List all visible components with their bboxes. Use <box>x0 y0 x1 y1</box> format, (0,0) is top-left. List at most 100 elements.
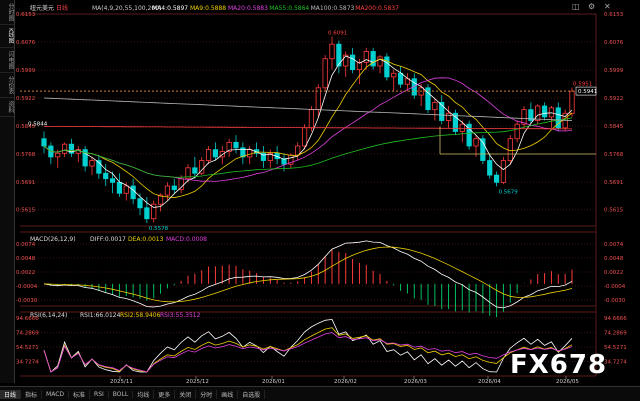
candle-body <box>493 174 500 183</box>
price-tick-left: 0.5615 <box>16 208 36 214</box>
macd-value: MACD:0.0008 <box>166 236 207 243</box>
candle-body <box>130 185 136 200</box>
price-tick-right: 0.5999 <box>604 68 624 74</box>
price-tick-right: 0.6076 <box>604 40 624 46</box>
ma-value: MA100:0.5873 <box>311 5 355 12</box>
candle-body <box>445 112 452 121</box>
last-high-annotation: 0.5951 <box>573 81 592 87</box>
candle-body <box>247 149 253 158</box>
ma-line <box>43 55 573 208</box>
price-tick-left: 0.6153 <box>16 12 36 18</box>
price-tick-right: 0.5768 <box>604 152 624 158</box>
candle-body <box>569 90 575 114</box>
price-tick-left: 0.6076 <box>16 40 36 46</box>
candle-body <box>89 160 95 167</box>
x-tick-label: 2026/01 <box>262 379 285 385</box>
candle-body <box>500 160 507 183</box>
candle-body <box>459 123 465 132</box>
price-tick-left: 0.5691 <box>16 180 35 186</box>
candle-body <box>123 185 129 194</box>
macd-tick-right: 0.0048 <box>604 256 624 262</box>
candle-body <box>507 138 513 161</box>
candle-body <box>55 152 61 158</box>
watermark-logo: FX678 <box>510 350 608 380</box>
low-annotation: 0.5679 <box>499 189 519 195</box>
low-annotation: 0.5578 <box>149 226 169 232</box>
candle-body <box>548 107 555 118</box>
macd-tick-left: 0.0048 <box>16 256 36 262</box>
candle-body <box>308 109 315 129</box>
macd-tick-left: -0.0030 <box>16 298 38 304</box>
ma-value: MA200:0.5837 <box>355 5 399 12</box>
macd-tick-right: -0.0004 <box>604 284 626 290</box>
rsi-tick-left: 94.6666 <box>16 316 39 322</box>
candle-body <box>192 167 198 174</box>
price-tick-right: 0.5615 <box>604 208 624 214</box>
rsi-tick-right: 34.7274 <box>604 359 627 365</box>
candle-body <box>61 143 68 154</box>
candle-body <box>432 101 438 111</box>
bottom-tab[interactable]: 指标 <box>21 389 43 399</box>
candle-body <box>541 105 548 118</box>
macd-line <box>43 246 573 303</box>
candle-body <box>212 149 219 158</box>
candle-body <box>322 58 328 89</box>
x-tick-label: 2026/02 <box>334 379 357 385</box>
bottom-tab[interactable]: 分时 <box>196 389 218 399</box>
price-tick-right: 0.5691 <box>604 180 623 186</box>
high-annotation: 0.6091 <box>328 31 347 37</box>
rsi-line <box>43 318 573 373</box>
symbol-title: 纽元美元 <box>30 4 54 12</box>
candle-body <box>41 138 47 147</box>
macd-tick-right: 0.0022 <box>604 270 623 276</box>
period-badge[interactable]: 日线 <box>56 4 68 12</box>
bottom-tab[interactable]: RSI <box>90 390 109 398</box>
bottom-tab[interactable]: 关闭 <box>175 389 197 399</box>
candle-body <box>384 56 390 78</box>
chart-app: 分时图 K线图 闪电图 分价表 资料 ◫ ⚙ ✕ 纽元美元 日线 MA(4,9,20,5… <box>0 0 640 401</box>
macd-dea: DEA:0.0013 <box>128 236 164 243</box>
bottom-toolbar: 日线 指标 MACD 标准 RSI BOLL 均线 更多 关闭 分时 画线 自选股 <box>0 386 640 401</box>
candle-body <box>178 178 184 191</box>
macd-tick-right: 0.0074 <box>604 242 624 248</box>
price-tick-right: 0.5845 <box>604 124 624 130</box>
chart-canvas[interactable]: 纽元美元 日线 MA(4,9,20,55,100,200) MA4:0.5897… <box>0 0 640 385</box>
candle-body <box>329 43 335 60</box>
x-tick-label: 2025/12 <box>186 379 209 385</box>
price-tick-right: 0.5922 <box>604 96 623 102</box>
candle-body <box>109 178 116 183</box>
left-mark: 0.5844 <box>28 121 48 127</box>
ma-params: MA(4,9,20,55,100,200) <box>92 5 161 12</box>
macd-label: MACD(26,12,9) <box>30 236 76 243</box>
candle-body <box>233 141 239 149</box>
candle-body <box>535 105 541 121</box>
candle-body <box>521 109 527 125</box>
ma-value: MA4:0.5897 <box>152 5 188 12</box>
candle-body <box>377 56 383 67</box>
ma-value: MA20:0.5883 <box>228 5 268 12</box>
candle-body <box>473 138 479 147</box>
x-tick-label: 2026/04 <box>478 379 501 385</box>
candle-body <box>391 72 397 78</box>
candle-body <box>301 127 308 147</box>
candle-body <box>144 207 150 220</box>
rsi-tick-left: 74.2869 <box>16 331 39 337</box>
bottom-tab[interactable]: 自选股 <box>238 389 266 399</box>
macd-diff: DIFF:0.0017 <box>90 236 126 243</box>
bottom-tab[interactable]: BOLL <box>109 390 134 398</box>
candle-body <box>205 149 212 161</box>
bottom-tab[interactable]: 标准 <box>69 389 91 399</box>
price-tick-left: 0.5999 <box>16 68 36 74</box>
macd-tick-left: -0.0004 <box>16 284 38 290</box>
rsi-tick-right: 54.5271 <box>604 345 627 351</box>
x-tick-label: 2025/11 <box>110 379 133 385</box>
candle-body <box>103 172 109 180</box>
ma-line <box>44 126 572 130</box>
bottom-tab[interactable]: 日线 <box>0 389 22 399</box>
bottom-tab[interactable]: 均线 <box>133 389 155 399</box>
bottom-tab[interactable]: 更多 <box>154 389 176 399</box>
bottom-tab[interactable]: MACD <box>42 390 70 398</box>
bottom-tab[interactable]: 画线 <box>217 389 239 399</box>
rsi-line <box>43 332 573 373</box>
candle-body <box>171 185 177 191</box>
